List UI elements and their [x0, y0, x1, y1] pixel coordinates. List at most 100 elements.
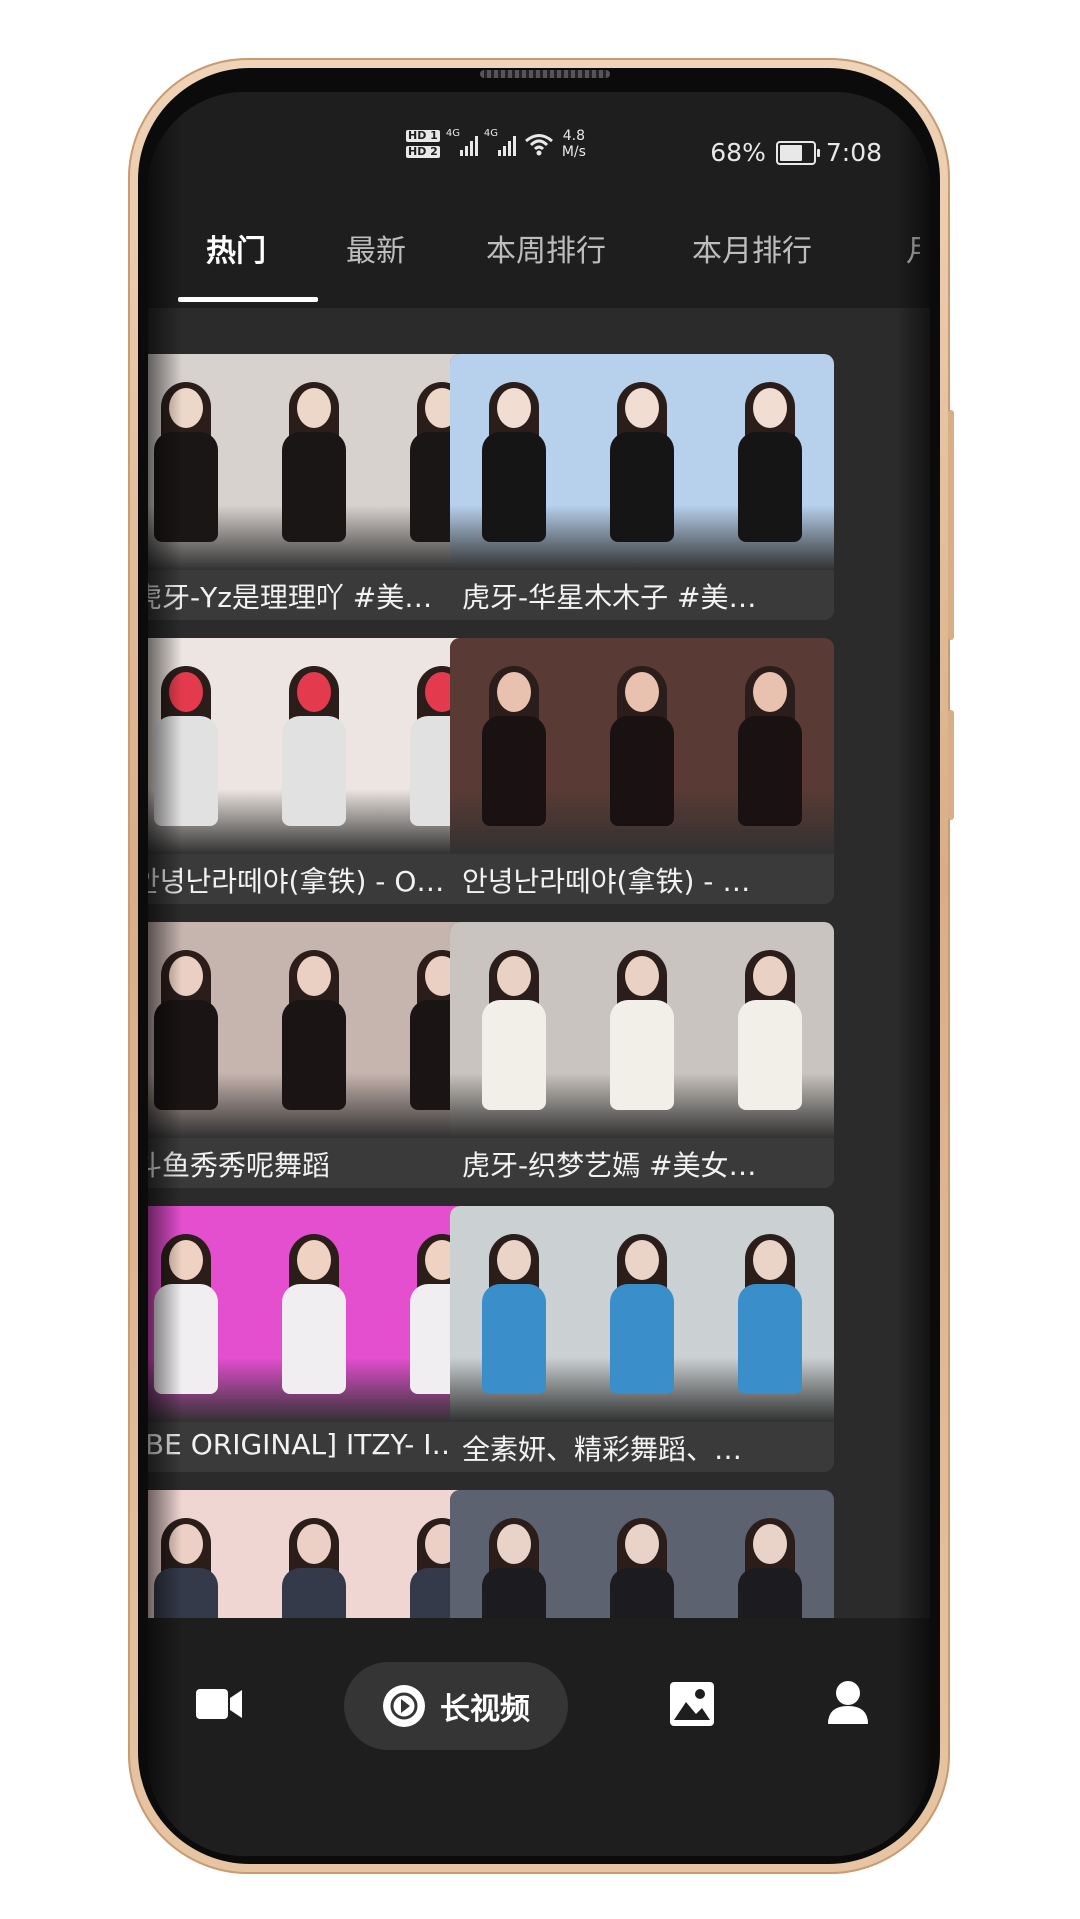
thumbnail-figure [482, 382, 546, 542]
thumbnail-figure [738, 1518, 802, 1618]
status-right: 68% 7:08 [710, 138, 882, 167]
category-tab-bar: 热门 最新 本周排行 本月排行 月 [148, 188, 930, 308]
app-screen: HD 1 HD 2 4G 4G 4.8 M/s 68% 7:08 热门 最新 本… [148, 92, 930, 1856]
video-thumbnail [450, 1206, 834, 1422]
video-title: 안녕난라떼야(拿铁) - … [462, 865, 751, 898]
hd-badges: HD 1 HD 2 [406, 130, 440, 158]
thumbnail-panel [450, 1490, 578, 1618]
tab-hot[interactable]: 热门 [206, 226, 266, 270]
thumbnail-panel [578, 1490, 706, 1618]
video-card[interactable]: 虎牙-华星木木子 #美… [450, 354, 834, 620]
play-circle-icon [383, 1685, 425, 1727]
battery-percent: 68% [710, 138, 766, 167]
thumbnail-panel [706, 922, 834, 1138]
thumbnail-panel [250, 1206, 378, 1422]
thumbnail-figure [154, 1234, 218, 1394]
battery-icon [775, 140, 820, 165]
thumbnail-panel [450, 354, 578, 570]
thumbnail-figure [154, 1518, 218, 1618]
video-title: 斗鱼秀秀呢舞蹈 [148, 1149, 331, 1182]
earpiece-speaker [480, 70, 610, 78]
active-tab-indicator [178, 297, 318, 302]
nav-long-video[interactable]: 长视频 [344, 1662, 568, 1750]
thumbnail-figure [738, 666, 802, 826]
user-icon [828, 1681, 868, 1724]
thumbnail-panel [148, 1206, 250, 1422]
tab-weekly-rank[interactable]: 本周排行 [486, 226, 606, 270]
thumbnail-panel [250, 1490, 378, 1618]
video-thumbnail [450, 922, 834, 1138]
video-camera-icon [196, 1689, 242, 1719]
thumbnail-panel [578, 354, 706, 570]
thumbnail-panel [578, 922, 706, 1138]
video-grid: 虎牙-Yz是理理吖 #美… 虎牙-华星木木子 #美… 안녕난라떼야(拿铁) - O…… [148, 308, 930, 1618]
video-title: 虎牙-Yz是理理吖 #美… [148, 581, 433, 614]
video-title: 안녕난라떼야(拿铁) - O… [148, 865, 445, 898]
thumbnail-figure [154, 666, 218, 826]
thumbnail-figure [610, 382, 674, 542]
video-card[interactable]: OM-果果、精彩舞蹈 [450, 1490, 834, 1618]
video-thumbnail [450, 1490, 834, 1618]
thumbnail-panel [148, 638, 250, 854]
thumbnail-figure [282, 666, 346, 826]
nav-long-video-label: 长视频 [440, 1692, 530, 1727]
video-thumbnail [450, 354, 834, 570]
video-card[interactable]: 안녕난라떼야(拿铁) - … [450, 638, 834, 904]
clock: 7:08 [825, 138, 882, 167]
thumbnail-figure [482, 1234, 546, 1394]
volume-up-button [948, 410, 954, 640]
video-card[interactable]: 全素妍、精彩舞蹈、… [450, 1206, 834, 1472]
thumbnail-panel [250, 638, 378, 854]
thumbnail-panel [450, 922, 578, 1138]
nav-profile[interactable] [828, 1680, 868, 1730]
image-icon [670, 1682, 714, 1726]
wifi-icon [524, 134, 553, 156]
thumbnail-figure [282, 382, 346, 542]
thumbnail-panel [578, 638, 706, 854]
thumbnail-figure [154, 950, 218, 1110]
thumbnail-figure [738, 382, 802, 542]
thumbnail-figure [610, 950, 674, 1110]
video-title: [BE ORIGINAL] ITZY- I… [148, 1428, 460, 1461]
thumbnail-panel [450, 1206, 578, 1422]
tab-monthly-rank[interactable]: 本月排行 [692, 226, 812, 270]
thumbnail-figure [282, 950, 346, 1110]
tab-more[interactable]: 月 [906, 226, 920, 270]
bottom-navigation: 长视频 [148, 1618, 930, 1856]
thumbnail-figure [154, 382, 218, 542]
thumbnail-figure [482, 1518, 546, 1618]
video-card[interactable]: 虎牙-织梦艺嫣 #美女… [450, 922, 834, 1188]
nav-gallery[interactable] [670, 1682, 714, 1730]
video-title: 全素妍、精彩舞蹈、… [462, 1433, 743, 1466]
hd1-badge: HD 1 [406, 129, 440, 142]
thumbnail-figure [610, 666, 674, 826]
power-button [948, 710, 954, 820]
thumbnail-figure [610, 1518, 674, 1618]
thumbnail-panel [706, 1206, 834, 1422]
hd2-badge: HD 2 [406, 145, 440, 158]
thumbnail-panel [250, 354, 378, 570]
thumbnail-panel [450, 638, 578, 854]
status-bar: HD 1 HD 2 4G 4G 4.8 M/s 68% 7:08 [148, 92, 930, 188]
thumbnail-figure [738, 950, 802, 1110]
video-title: 虎牙-华星木木子 #美… [462, 581, 757, 614]
thumbnail-figure [282, 1518, 346, 1618]
thumbnail-figure [282, 1234, 346, 1394]
thumbnail-figure [482, 950, 546, 1110]
signal-strength-icon: 4G [446, 128, 478, 156]
thumbnail-panel [250, 922, 378, 1138]
thumbnail-figure [610, 1234, 674, 1394]
thumbnail-panel [148, 922, 250, 1138]
thumbnail-panel [148, 1490, 250, 1618]
video-thumbnail [450, 638, 834, 854]
thumbnail-figure [482, 666, 546, 826]
status-indicators: HD 1 HD 2 4G 4G 4.8 M/s [406, 128, 586, 160]
network-speed: 4.8 M/s [561, 128, 586, 160]
thumbnail-figure [738, 1234, 802, 1394]
thumbnail-panel [706, 354, 834, 570]
nav-short-video[interactable] [196, 1686, 244, 1726]
tab-latest[interactable]: 最新 [346, 226, 406, 270]
video-title: 虎牙-织梦艺嫣 #美女… [462, 1149, 757, 1182]
signal-strength-icon-2: 4G [484, 128, 516, 156]
battery-fill [779, 144, 802, 161]
